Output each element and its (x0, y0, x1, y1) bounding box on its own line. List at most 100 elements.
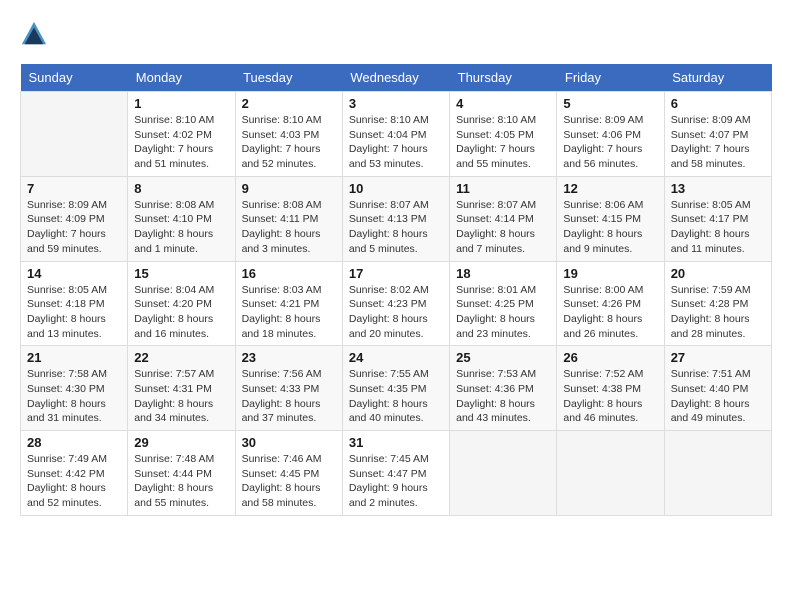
day-number: 9 (242, 181, 336, 196)
day-info: Sunrise: 7:59 AMSunset: 4:28 PMDaylight:… (671, 283, 765, 342)
day-info: Sunrise: 7:46 AMSunset: 4:45 PMDaylight:… (242, 452, 336, 511)
day-number: 29 (134, 435, 228, 450)
day-info: Sunrise: 7:53 AMSunset: 4:36 PMDaylight:… (456, 367, 550, 426)
calendar-cell: 2 Sunrise: 8:10 AMSunset: 4:03 PMDaylight… (235, 92, 342, 177)
calendar-cell (664, 431, 771, 516)
calendar-cell: 26 Sunrise: 7:52 AMSunset: 4:38 PMDayligh… (557, 346, 664, 431)
calendar-cell: 19 Sunrise: 8:00 AMSunset: 4:26 PMDayligh… (557, 261, 664, 346)
day-number: 17 (349, 266, 443, 281)
calendar-cell: 7 Sunrise: 8:09 AMSunset: 4:09 PMDaylight… (21, 176, 128, 261)
day-number: 8 (134, 181, 228, 196)
calendar-header-row: Sunday Monday Tuesday Wednesday Thursday… (21, 64, 772, 92)
col-friday: Friday (557, 64, 664, 92)
col-saturday: Saturday (664, 64, 771, 92)
day-info: Sunrise: 7:52 AMSunset: 4:38 PMDaylight:… (563, 367, 657, 426)
day-number: 15 (134, 266, 228, 281)
col-tuesday: Tuesday (235, 64, 342, 92)
day-info: Sunrise: 8:09 AMSunset: 4:09 PMDaylight:… (27, 198, 121, 257)
day-info: Sunrise: 7:57 AMSunset: 4:31 PMDaylight:… (134, 367, 228, 426)
calendar-cell: 28 Sunrise: 7:49 AMSunset: 4:42 PMDayligh… (21, 431, 128, 516)
calendar-cell (21, 92, 128, 177)
col-thursday: Thursday (450, 64, 557, 92)
day-info: Sunrise: 8:03 AMSunset: 4:21 PMDaylight:… (242, 283, 336, 342)
day-number: 22 (134, 350, 228, 365)
day-number: 31 (349, 435, 443, 450)
calendar-cell: 10 Sunrise: 8:07 AMSunset: 4:13 PMDayligh… (342, 176, 449, 261)
calendar-cell: 29 Sunrise: 7:48 AMSunset: 4:44 PMDayligh… (128, 431, 235, 516)
day-number: 21 (27, 350, 121, 365)
logo (20, 20, 52, 48)
day-info: Sunrise: 7:58 AMSunset: 4:30 PMDaylight:… (27, 367, 121, 426)
day-info: Sunrise: 7:51 AMSunset: 4:40 PMDaylight:… (671, 367, 765, 426)
day-number: 24 (349, 350, 443, 365)
day-info: Sunrise: 8:07 AMSunset: 4:14 PMDaylight:… (456, 198, 550, 257)
day-number: 3 (349, 96, 443, 111)
day-info: Sunrise: 8:10 AMSunset: 4:03 PMDaylight:… (242, 113, 336, 172)
calendar-week-row: 1 Sunrise: 8:10 AMSunset: 4:02 PMDaylight… (21, 92, 772, 177)
day-number: 5 (563, 96, 657, 111)
calendar-cell: 17 Sunrise: 8:02 AMSunset: 4:23 PMDayligh… (342, 261, 449, 346)
day-number: 28 (27, 435, 121, 450)
day-number: 19 (563, 266, 657, 281)
header (20, 20, 772, 48)
day-info: Sunrise: 8:10 AMSunset: 4:05 PMDaylight:… (456, 113, 550, 172)
day-number: 12 (563, 181, 657, 196)
day-info: Sunrise: 8:10 AMSunset: 4:04 PMDaylight:… (349, 113, 443, 172)
day-info: Sunrise: 7:48 AMSunset: 4:44 PMDaylight:… (134, 452, 228, 511)
calendar-cell: 18 Sunrise: 8:01 AMSunset: 4:25 PMDayligh… (450, 261, 557, 346)
logo-icon (20, 20, 48, 48)
day-info: Sunrise: 8:09 AMSunset: 4:07 PMDaylight:… (671, 113, 765, 172)
day-number: 11 (456, 181, 550, 196)
day-info: Sunrise: 8:10 AMSunset: 4:02 PMDaylight:… (134, 113, 228, 172)
calendar-cell: 13 Sunrise: 8:05 AMSunset: 4:17 PMDayligh… (664, 176, 771, 261)
calendar-cell: 4 Sunrise: 8:10 AMSunset: 4:05 PMDaylight… (450, 92, 557, 177)
day-number: 20 (671, 266, 765, 281)
calendar-cell: 8Sunrise: 8:08 AMSunset: 4:10 PMDaylight… (128, 176, 235, 261)
calendar-cell: 16 Sunrise: 8:03 AMSunset: 4:21 PMDayligh… (235, 261, 342, 346)
day-number: 2 (242, 96, 336, 111)
day-number: 16 (242, 266, 336, 281)
calendar-cell: 27 Sunrise: 7:51 AMSunset: 4:40 PMDayligh… (664, 346, 771, 431)
calendar-cell: 12Sunrise: 8:06 AMSunset: 4:15 PMDayligh… (557, 176, 664, 261)
day-number: 27 (671, 350, 765, 365)
day-number: 25 (456, 350, 550, 365)
calendar-cell: 24Sunrise: 7:55 AMSunset: 4:35 PMDayligh… (342, 346, 449, 431)
calendar-cell (450, 431, 557, 516)
day-number: 18 (456, 266, 550, 281)
calendar-cell: 11 Sunrise: 8:07 AMSunset: 4:14 PMDayligh… (450, 176, 557, 261)
day-info: Sunrise: 7:49 AMSunset: 4:42 PMDaylight:… (27, 452, 121, 511)
calendar-cell: 6Sunrise: 8:09 AMSunset: 4:07 PMDaylight… (664, 92, 771, 177)
calendar-table: Sunday Monday Tuesday Wednesday Thursday… (20, 64, 772, 516)
day-number: 30 (242, 435, 336, 450)
col-sunday: Sunday (21, 64, 128, 92)
day-number: 4 (456, 96, 550, 111)
day-info: Sunrise: 8:09 AMSunset: 4:06 PMDaylight:… (563, 113, 657, 172)
day-info: Sunrise: 7:56 AMSunset: 4:33 PMDaylight:… (242, 367, 336, 426)
calendar-cell: 1 Sunrise: 8:10 AMSunset: 4:02 PMDaylight… (128, 92, 235, 177)
day-number: 26 (563, 350, 657, 365)
day-number: 1 (134, 96, 228, 111)
day-info: Sunrise: 8:07 AMSunset: 4:13 PMDaylight:… (349, 198, 443, 257)
calendar-cell: 14Sunrise: 8:05 AMSunset: 4:18 PMDayligh… (21, 261, 128, 346)
calendar-week-row: 21 Sunrise: 7:58 AMSunset: 4:30 PMDayligh… (21, 346, 772, 431)
day-info: Sunrise: 8:05 AMSunset: 4:17 PMDaylight:… (671, 198, 765, 257)
day-info: Sunrise: 8:08 AMSunset: 4:11 PMDaylight:… (242, 198, 336, 257)
calendar-cell (557, 431, 664, 516)
calendar-cell: 20 Sunrise: 7:59 AMSunset: 4:28 PMDayligh… (664, 261, 771, 346)
calendar-cell: 25 Sunrise: 7:53 AMSunset: 4:36 PMDayligh… (450, 346, 557, 431)
calendar-cell: 21 Sunrise: 7:58 AMSunset: 4:30 PMDayligh… (21, 346, 128, 431)
calendar-cell: 3 Sunrise: 8:10 AMSunset: 4:04 PMDaylight… (342, 92, 449, 177)
day-number: 10 (349, 181, 443, 196)
calendar-cell: 30 Sunrise: 7:46 AMSunset: 4:45 PMDayligh… (235, 431, 342, 516)
col-monday: Monday (128, 64, 235, 92)
calendar-week-row: 7 Sunrise: 8:09 AMSunset: 4:09 PMDaylight… (21, 176, 772, 261)
day-number: 13 (671, 181, 765, 196)
day-info: Sunrise: 8:02 AMSunset: 4:23 PMDaylight:… (349, 283, 443, 342)
day-info: Sunrise: 8:01 AMSunset: 4:25 PMDaylight:… (456, 283, 550, 342)
calendar-cell: 15 Sunrise: 8:04 AMSunset: 4:20 PMDayligh… (128, 261, 235, 346)
day-number: 7 (27, 181, 121, 196)
day-number: 14 (27, 266, 121, 281)
day-info: Sunrise: 8:00 AMSunset: 4:26 PMDaylight:… (563, 283, 657, 342)
day-info: Sunrise: 8:04 AMSunset: 4:20 PMDaylight:… (134, 283, 228, 342)
calendar-week-row: 28 Sunrise: 7:49 AMSunset: 4:42 PMDayligh… (21, 431, 772, 516)
